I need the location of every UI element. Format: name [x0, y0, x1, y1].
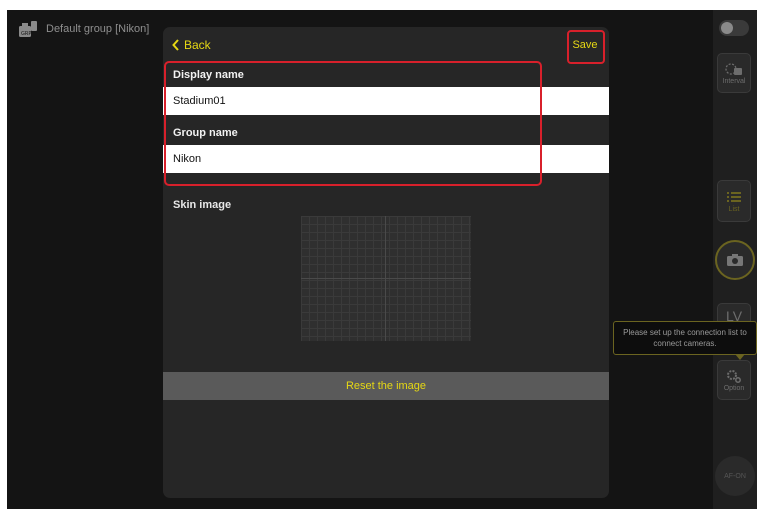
camera-icon	[727, 254, 743, 266]
skin-image-preview[interactable]	[301, 216, 471, 341]
chevron-left-icon	[172, 39, 179, 51]
app-screen: GRP Default group [Nikon] Back Save Disp…	[7, 10, 757, 509]
reset-image-button[interactable]: Reset the image	[163, 372, 609, 400]
interval-button[interactable]: Interval	[717, 53, 751, 93]
shutter-button[interactable]	[715, 240, 755, 280]
option-button[interactable]: Option	[717, 360, 751, 400]
save-highlight-callout	[567, 30, 605, 64]
tooltip-line-2: connect cameras.	[653, 339, 717, 348]
right-toolbar: Interval List LV Option AF-ON	[713, 10, 757, 509]
skin-image-label: Skin image	[173, 199, 232, 211]
list-button[interactable]: List	[717, 180, 751, 222]
camera-group-icon: GRP	[18, 20, 38, 38]
toggle-knob	[721, 22, 733, 34]
connection-toggle[interactable]	[719, 20, 749, 36]
gear-icon	[727, 369, 741, 383]
back-button[interactable]: Back	[172, 35, 211, 55]
tooltip-arrow	[735, 354, 745, 360]
group-title: Default group [Nikon]	[46, 23, 150, 35]
fields-highlight-callout	[164, 61, 542, 186]
af-on-button[interactable]: AF-ON	[715, 456, 755, 496]
option-label: Option	[723, 384, 745, 392]
group-header: GRP Default group [Nikon]	[18, 20, 149, 38]
interval-label: Interval	[722, 77, 746, 85]
back-label: Back	[184, 38, 211, 52]
interval-timer-icon	[725, 62, 742, 75]
tooltip-line-1: Please set up the connection list to	[623, 328, 747, 337]
connection-tooltip: Please set up the connection list to con…	[613, 321, 757, 355]
list-icon	[727, 191, 741, 202]
list-label: List	[728, 205, 740, 213]
svg-text:GRP: GRP	[21, 31, 31, 37]
grid-horizontal-axis	[301, 278, 471, 279]
